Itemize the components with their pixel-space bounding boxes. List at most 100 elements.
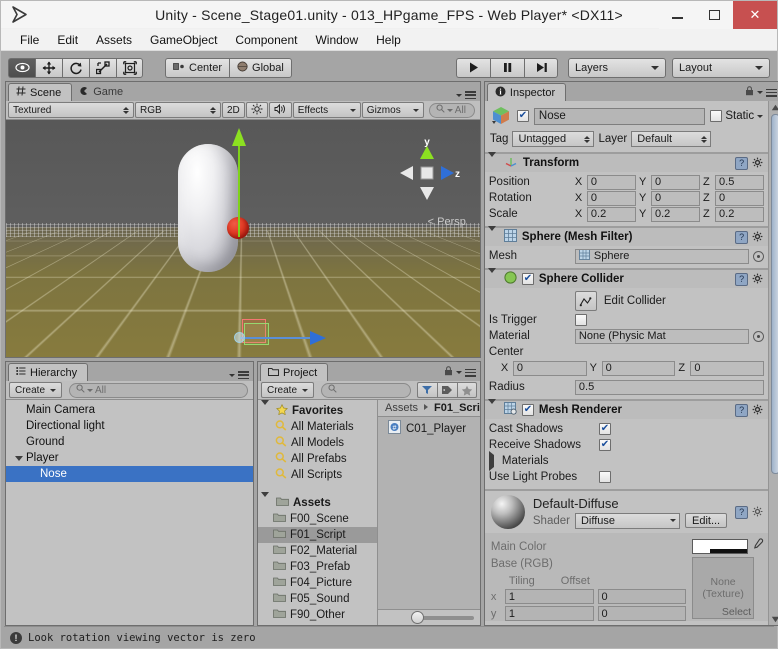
physic-material-picker-button[interactable] (753, 331, 764, 342)
expand-arrow-icon[interactable] (261, 497, 272, 509)
shader-edit-button[interactable]: Edit... (685, 513, 727, 528)
texture-slot[interactable]: None (Texture) Select (692, 557, 754, 619)
menu-window[interactable]: Window (306, 31, 367, 49)
collapse-arrow-icon[interactable] (488, 231, 499, 243)
chevron-down-icon[interactable] (757, 115, 763, 118)
tiling-x-input[interactable]: 1 (505, 589, 594, 604)
center-z-input[interactable]: 0 (690, 361, 764, 376)
pivot-mode-button[interactable]: Center (165, 58, 229, 78)
move-tool-button[interactable] (35, 58, 62, 78)
gear-icon[interactable] (752, 273, 764, 285)
help-icon[interactable]: ? (735, 231, 748, 244)
filter-by-type-icon[interactable] (417, 382, 437, 398)
rotation-z-input[interactable]: 0 (715, 191, 764, 206)
gizmo-axis-z[interactable] (240, 337, 312, 339)
is-trigger-checkbox[interactable] (575, 314, 587, 326)
receive-shadows-checkbox[interactable] (599, 439, 611, 451)
gizmos-dropdown[interactable]: Gizmos (362, 102, 424, 118)
shader-dropdown[interactable]: Diffuse (575, 513, 680, 529)
gizmo-arrow-z[interactable] (310, 331, 326, 345)
status-bar[interactable]: ! Look rotation viewing vector is zero (4, 626, 774, 648)
physic-material-field[interactable]: None (Physic Mat (575, 329, 749, 344)
expand-arrow-icon[interactable] (15, 456, 26, 461)
offset-x-input[interactable]: 0 (598, 589, 687, 604)
play-button[interactable] (456, 58, 490, 78)
scene-viewport[interactable]: y z < Persp (6, 120, 480, 357)
tab-game[interactable]: Game (72, 83, 133, 101)
texture-select-button[interactable]: Select (722, 606, 751, 618)
gizmo-arrow-y[interactable] (232, 128, 246, 146)
component-enabled-checkbox[interactable] (522, 404, 534, 416)
scale-z-input[interactable]: 0.2 (715, 207, 764, 222)
audio-toggle-button[interactable] (269, 102, 292, 118)
project-create-button[interactable]: Create (261, 382, 314, 398)
scene-view-axis-gizmo[interactable]: y z (392, 138, 462, 208)
breadcrumb-root[interactable]: Assets (385, 402, 418, 414)
2d-toggle-button[interactable]: 2D (222, 102, 245, 118)
favorites-star-icon[interactable] (457, 382, 477, 398)
hand-tool-button[interactable] (8, 58, 35, 78)
mesh-picker-button[interactable] (753, 251, 764, 262)
list-item[interactable]: F05_Sound (258, 591, 377, 607)
close-button[interactable]: ✕ (733, 1, 777, 29)
menu-edit[interactable]: Edit (48, 31, 87, 49)
rotate-tool-button[interactable] (62, 58, 89, 78)
gameobject-enabled-checkbox[interactable] (517, 110, 529, 122)
component-header[interactable]: Sphere (Mesh Filter) ? (485, 228, 768, 246)
tag-dropdown[interactable]: Untagged (512, 131, 594, 147)
scroll-up-arrow-icon[interactable] (769, 101, 778, 113)
list-item[interactable]: Player (6, 450, 253, 466)
gear-icon[interactable] (752, 506, 764, 518)
hierarchy-search-input[interactable]: All (69, 383, 248, 398)
render-mode-dropdown[interactable]: RGB (135, 102, 221, 118)
position-x-input[interactable]: 0 (587, 175, 636, 190)
draw-mode-dropdown[interactable]: Textured (8, 102, 134, 118)
use-light-probes-checkbox[interactable] (599, 471, 611, 483)
list-item[interactable]: F00_Scene (258, 511, 377, 527)
scale-x-input[interactable]: 0.2 (587, 207, 636, 222)
static-checkbox[interactable] (710, 110, 722, 122)
center-x-input[interactable]: 0 (513, 361, 587, 376)
component-enabled-checkbox[interactable] (522, 273, 534, 285)
pause-button[interactable] (490, 58, 524, 78)
hierarchy-tab-menu[interactable] (229, 371, 249, 381)
mesh-object-field[interactable]: Sphere (575, 249, 749, 264)
list-item[interactable]: F03_Prefab (258, 559, 377, 575)
center-y-input[interactable]: 0 (602, 361, 676, 376)
lock-icon[interactable] (444, 366, 453, 379)
gizmo-center-handle[interactable] (234, 332, 245, 343)
slider-knob[interactable] (411, 611, 424, 624)
scene-projection-label[interactable]: < Persp (428, 216, 466, 228)
help-icon[interactable]: ? (735, 273, 748, 286)
list-item[interactable]: All Models (258, 435, 377, 451)
list-item[interactable]: F02_Material (258, 543, 377, 559)
main-color-swatch[interactable] (692, 539, 748, 554)
list-item[interactable]: Nose (6, 466, 253, 482)
list-item[interactable]: Ground (6, 434, 253, 450)
component-header[interactable]: Transform ? (485, 154, 768, 172)
menu-help[interactable]: Help (367, 31, 410, 49)
scene-search-input[interactable]: All (429, 103, 475, 118)
slider-track[interactable] (418, 616, 474, 620)
menu-gameobject[interactable]: GameObject (141, 31, 226, 49)
inspector-tab-menu[interactable] (745, 86, 777, 101)
gizmo-axis-y[interactable] (238, 142, 240, 237)
project-search-input[interactable] (321, 383, 411, 398)
scene-tab-menu[interactable] (456, 91, 476, 101)
scale-y-input[interactable]: 0.2 (651, 207, 700, 222)
list-item[interactable]: F90_Other (258, 607, 377, 623)
lighting-toggle-button[interactable] (246, 102, 268, 118)
list-item[interactable]: F01_Script (258, 527, 377, 543)
tiling-y-input[interactable]: 1 (505, 606, 594, 621)
menu-assets[interactable]: Assets (87, 31, 141, 49)
rect-transform-tool-button[interactable] (116, 58, 143, 78)
space-mode-button[interactable]: Global (229, 58, 292, 78)
help-icon[interactable]: ? (735, 506, 748, 519)
collapse-arrow-icon[interactable] (488, 273, 499, 285)
list-item[interactable]: Main Camera (6, 402, 253, 418)
rotation-x-input[interactable]: 0 (587, 191, 636, 206)
layout-dropdown[interactable]: Layout (672, 58, 770, 78)
scrollbar-thumb[interactable] (771, 114, 778, 474)
hierarchy-create-button[interactable]: Create (9, 382, 62, 398)
tab-scene[interactable]: Scene (8, 83, 72, 101)
